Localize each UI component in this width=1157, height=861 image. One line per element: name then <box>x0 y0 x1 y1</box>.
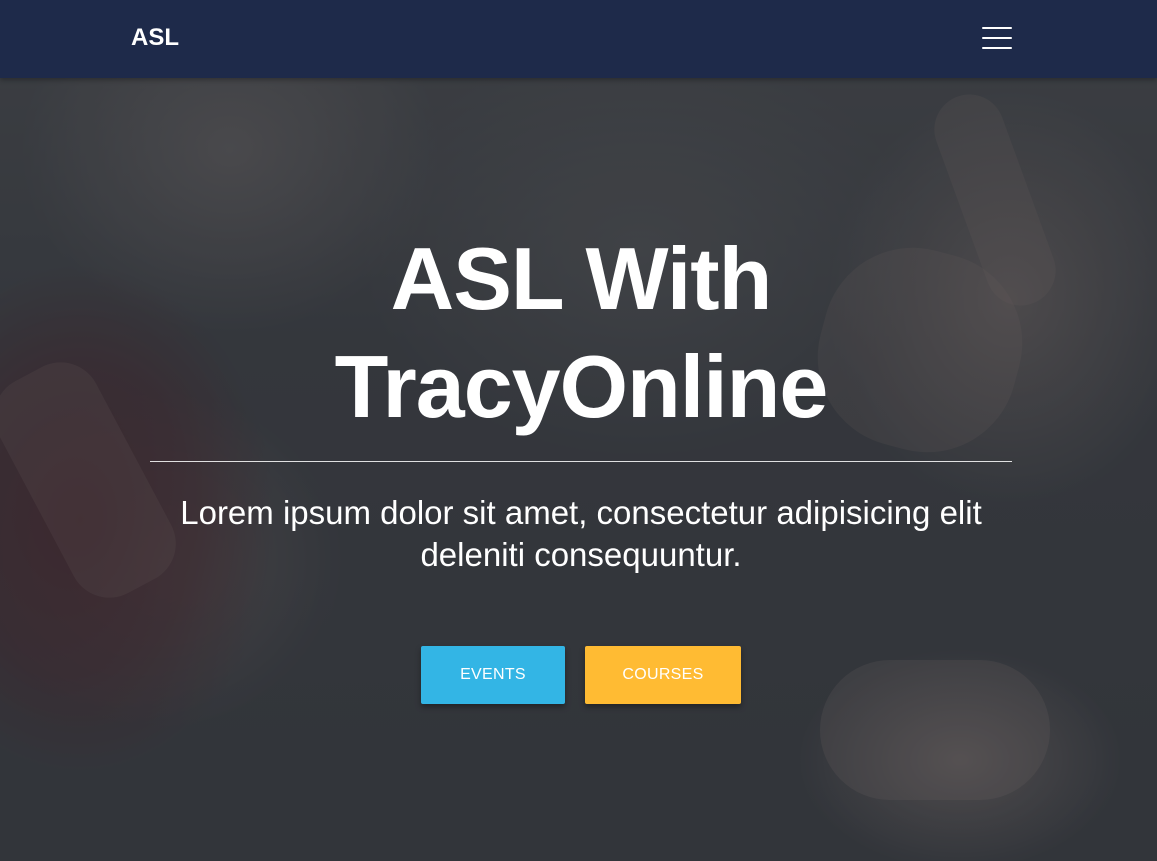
hero-section: ASL With TracyOnline Lorem ipsum dolor s… <box>150 225 1012 576</box>
hero-divider <box>150 461 1012 462</box>
navbar: ASL <box>0 0 1157 78</box>
courses-button[interactable]: COURSES <box>585 646 741 704</box>
page: ASL ASL With TracyOnline Lorem ipsum dol… <box>0 0 1157 861</box>
hero-title: ASL With TracyOnline <box>334 229 829 436</box>
hamburger-menu-icon[interactable] <box>978 22 1016 54</box>
menu-bar <box>982 27 1012 29</box>
menu-bar <box>982 37 1012 39</box>
hero-button-group: EVENTS COURSES <box>421 646 741 704</box>
hero-subtitle: Lorem ipsum dolor sit amet, consectetur … <box>180 494 982 573</box>
events-button[interactable]: EVENTS <box>421 646 565 704</box>
brand-logo[interactable]: ASL <box>131 22 179 54</box>
menu-bar <box>982 47 1012 49</box>
